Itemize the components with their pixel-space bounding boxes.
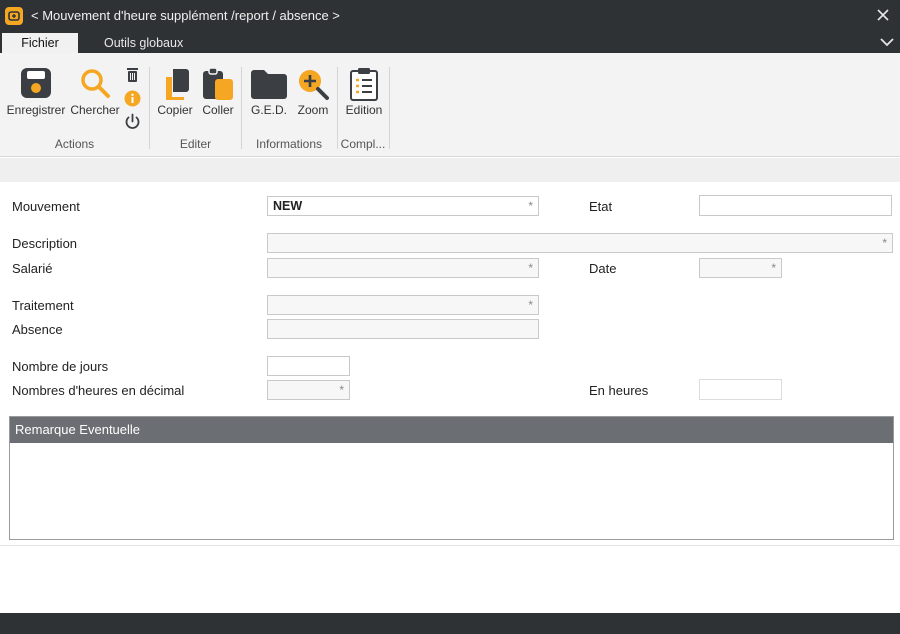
description-field[interactable] (267, 233, 893, 253)
etat-field[interactable] (699, 195, 892, 216)
tab-outils-globaux[interactable]: Outils globaux (92, 33, 195, 53)
nombre-heures-field[interactable] (267, 380, 350, 400)
app-logo-icon (5, 6, 23, 25)
close-icon[interactable] (874, 6, 892, 24)
divider (0, 545, 900, 546)
zoom-button[interactable]: Zoom (292, 67, 334, 119)
en-heures-field[interactable] (699, 379, 782, 400)
edition-label: Edition (345, 103, 383, 117)
copy-icon (166, 69, 189, 100)
nombre-jours-label: Nombre de jours (12, 359, 109, 374)
remark-title: Remarque Eventuelle (10, 417, 893, 443)
date-field[interactable] (699, 258, 782, 278)
title-bar: < Mouvement d'heure supplément /report /… (0, 0, 900, 31)
save-label: Enregistrer (6, 103, 66, 117)
en-heures-label: En heures (589, 383, 649, 398)
clipboard-checklist-icon (350, 68, 378, 101)
absence-label: Absence (12, 322, 63, 337)
trash-icon[interactable] (125, 67, 140, 83)
date-label: Date (589, 261, 617, 276)
absence-field[interactable] (267, 319, 539, 339)
group-separator (389, 67, 390, 149)
group-label-informations: Informations (255, 137, 323, 151)
power-icon[interactable] (124, 113, 141, 130)
tab-fichier[interactable]: Fichier (2, 33, 78, 53)
copy-label: Copier (157, 103, 193, 117)
search-label: Chercher (70, 103, 120, 117)
salarie-field[interactable] (267, 258, 539, 278)
status-bar (0, 613, 900, 634)
ged-label: G.E.D. (250, 103, 287, 117)
traitement-field[interactable] (267, 295, 539, 315)
etat-label: Etat (589, 199, 613, 214)
mouvement-field[interactable]: NEW (267, 196, 539, 216)
description-label: Description (12, 236, 78, 251)
paste-label: Coller (202, 103, 234, 117)
paste-button[interactable]: Coller (197, 67, 239, 119)
save-button[interactable]: Enregistrer (5, 67, 67, 119)
remark-textarea[interactable] (10, 443, 893, 539)
chevron-down-icon[interactable] (880, 35, 894, 49)
ged-button[interactable]: G.E.D. (248, 67, 290, 119)
mouvement-value: NEW (273, 199, 303, 213)
ribbon-tab-bar: Fichier Outils globaux (0, 31, 900, 53)
search-button[interactable]: Chercher (69, 67, 121, 119)
paste-icon (203, 67, 233, 100)
nombre-heures-label: Nombres d'heures en décimal (12, 383, 185, 398)
folder-icon (251, 70, 287, 99)
edition-button[interactable]: Edition (341, 67, 387, 119)
group-label-actions: Actions (54, 137, 95, 151)
search-icon (81, 69, 110, 98)
nombre-jours-field[interactable] (267, 356, 350, 376)
ribbon-toolbar: Enregistrer Chercher Actions Copier Coll… (0, 53, 900, 157)
toolbar-strip (0, 158, 900, 182)
remark-panel: Remarque Eventuelle (9, 416, 894, 540)
window-title: < Mouvement d'heure supplément /report /… (31, 8, 340, 23)
info-icon[interactable] (124, 90, 141, 107)
traitement-label: Traitement (12, 298, 74, 313)
copy-button[interactable]: Copier (153, 67, 197, 119)
group-label-compl: Compl... (340, 137, 386, 151)
floppy-disk-icon (21, 68, 51, 98)
salarie-label: Salarié (12, 261, 53, 276)
mouvement-label: Mouvement (12, 199, 80, 214)
zoom-in-icon (299, 70, 329, 100)
zoom-label: Zoom (297, 103, 329, 117)
group-label-editer: Editer (179, 137, 212, 151)
